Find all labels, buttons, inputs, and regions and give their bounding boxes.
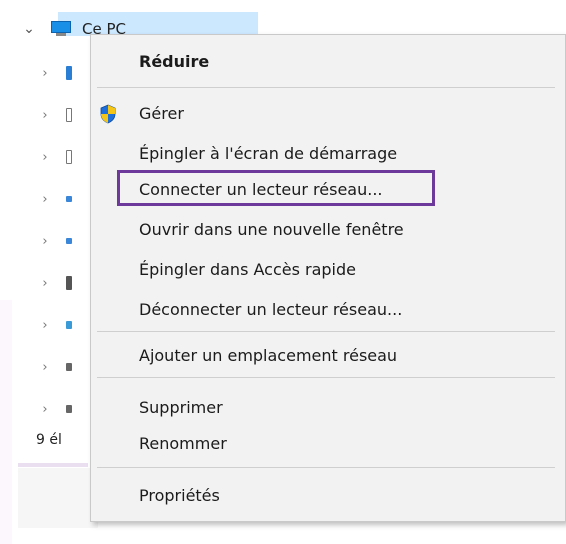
tree-item[interactable]: ›	[38, 398, 78, 420]
menu-item-gerer[interactable]: Gérer	[91, 97, 565, 129]
menu-item-open-new-window[interactable]: Ouvrir dans une nouvelle fenêtre	[91, 213, 565, 245]
menu-item-label: Ajouter un emplacement réseau	[139, 345, 398, 365]
chevron-right-icon[interactable]: ›	[38, 150, 52, 165]
highlight-outline	[117, 170, 435, 206]
tree-item[interactable]: ›	[38, 314, 78, 336]
menu-item-label: Réduire	[139, 51, 210, 71]
menu-item-reduire[interactable]: Réduire	[91, 45, 565, 77]
tree-item[interactable]: ›	[38, 272, 78, 294]
download-icon	[66, 196, 72, 202]
chevron-right-icon[interactable]: ›	[38, 360, 52, 375]
menu-item-add-network-location[interactable]: Ajouter un emplacement réseau	[91, 339, 565, 371]
menu-separator	[97, 331, 555, 332]
menu-item-rename[interactable]: Renommer	[91, 427, 565, 459]
pane-edge	[18, 463, 88, 467]
menu-item-label: Gérer	[139, 103, 184, 123]
pane-edge	[0, 300, 12, 544]
tree-item[interactable]: ›	[38, 62, 78, 84]
tree-item[interactable]: ›	[38, 104, 78, 126]
menu-item-pin-quick-access[interactable]: Épingler dans Accès rapide	[91, 253, 565, 285]
tree-item[interactable]: ›	[38, 188, 78, 210]
menu-item-label: Renommer	[139, 433, 227, 453]
chevron-right-icon[interactable]: ›	[38, 192, 52, 207]
menu-item-disconnect-network-drive[interactable]: Déconnecter un lecteur réseau...	[91, 293, 565, 325]
tree-item[interactable]: ›	[38, 146, 78, 168]
folder-icon	[66, 66, 72, 80]
menu-item-label: Propriétés	[139, 485, 220, 505]
status-bar-text: 9 él	[36, 432, 62, 448]
chevron-right-icon[interactable]: ›	[38, 66, 52, 81]
uac-shield-icon	[100, 104, 116, 124]
menu-item-delete[interactable]: Supprimer	[91, 391, 565, 423]
chevron-right-icon[interactable]: ›	[38, 276, 52, 291]
document-icon	[66, 108, 72, 122]
menu-separator	[97, 87, 555, 88]
music-icon	[66, 238, 72, 244]
chevron-right-icon[interactable]: ›	[38, 108, 52, 123]
menu-item-pin-to-start[interactable]: Épingler à l'écran de démarrage	[91, 137, 565, 169]
tree-item-label: Ce PC	[82, 20, 126, 38]
menu-item-properties[interactable]: Propriétés	[91, 479, 565, 511]
menu-item-label: Ouvrir dans une nouvelle fenêtre	[139, 219, 404, 239]
drive-icon	[66, 363, 72, 371]
video-icon	[66, 321, 72, 329]
tree-item[interactable]: ›	[38, 356, 78, 378]
chevron-right-icon[interactable]: ›	[38, 402, 52, 417]
tree-item[interactable]: ›	[38, 230, 78, 252]
menu-item-label: Épingler à l'écran de démarrage	[139, 143, 398, 163]
menu-item-label: Déconnecter un lecteur réseau...	[139, 299, 403, 319]
menu-separator	[97, 467, 555, 468]
computer-icon	[50, 21, 72, 37]
chevron-right-icon[interactable]: ›	[38, 318, 52, 333]
menu-item-label: Épingler dans Accès rapide	[139, 259, 356, 279]
menu-item-label: Supprimer	[139, 397, 223, 417]
menu-separator	[97, 377, 555, 378]
chevron-right-icon[interactable]: ›	[38, 234, 52, 249]
chevron-down-icon[interactable]: ⌄	[22, 21, 36, 37]
desktop-icon	[66, 150, 72, 164]
context-menu: Réduire Gérer Épingler à l'écran de déma…	[90, 34, 566, 522]
drive-icon	[66, 405, 72, 413]
pane-edge	[18, 468, 98, 528]
pictures-icon	[66, 276, 72, 290]
